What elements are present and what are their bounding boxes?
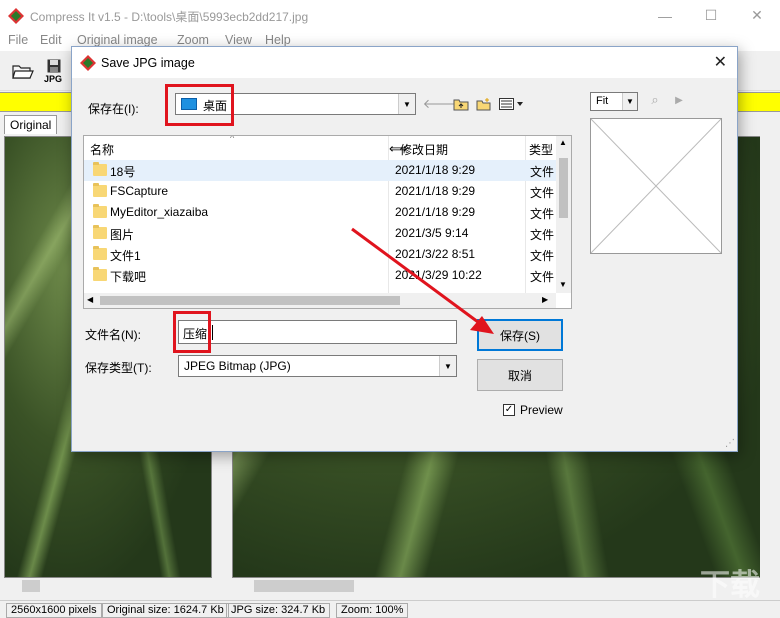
annotation-arrow bbox=[351, 227, 494, 334]
arrow-shaft bbox=[351, 227, 479, 324]
